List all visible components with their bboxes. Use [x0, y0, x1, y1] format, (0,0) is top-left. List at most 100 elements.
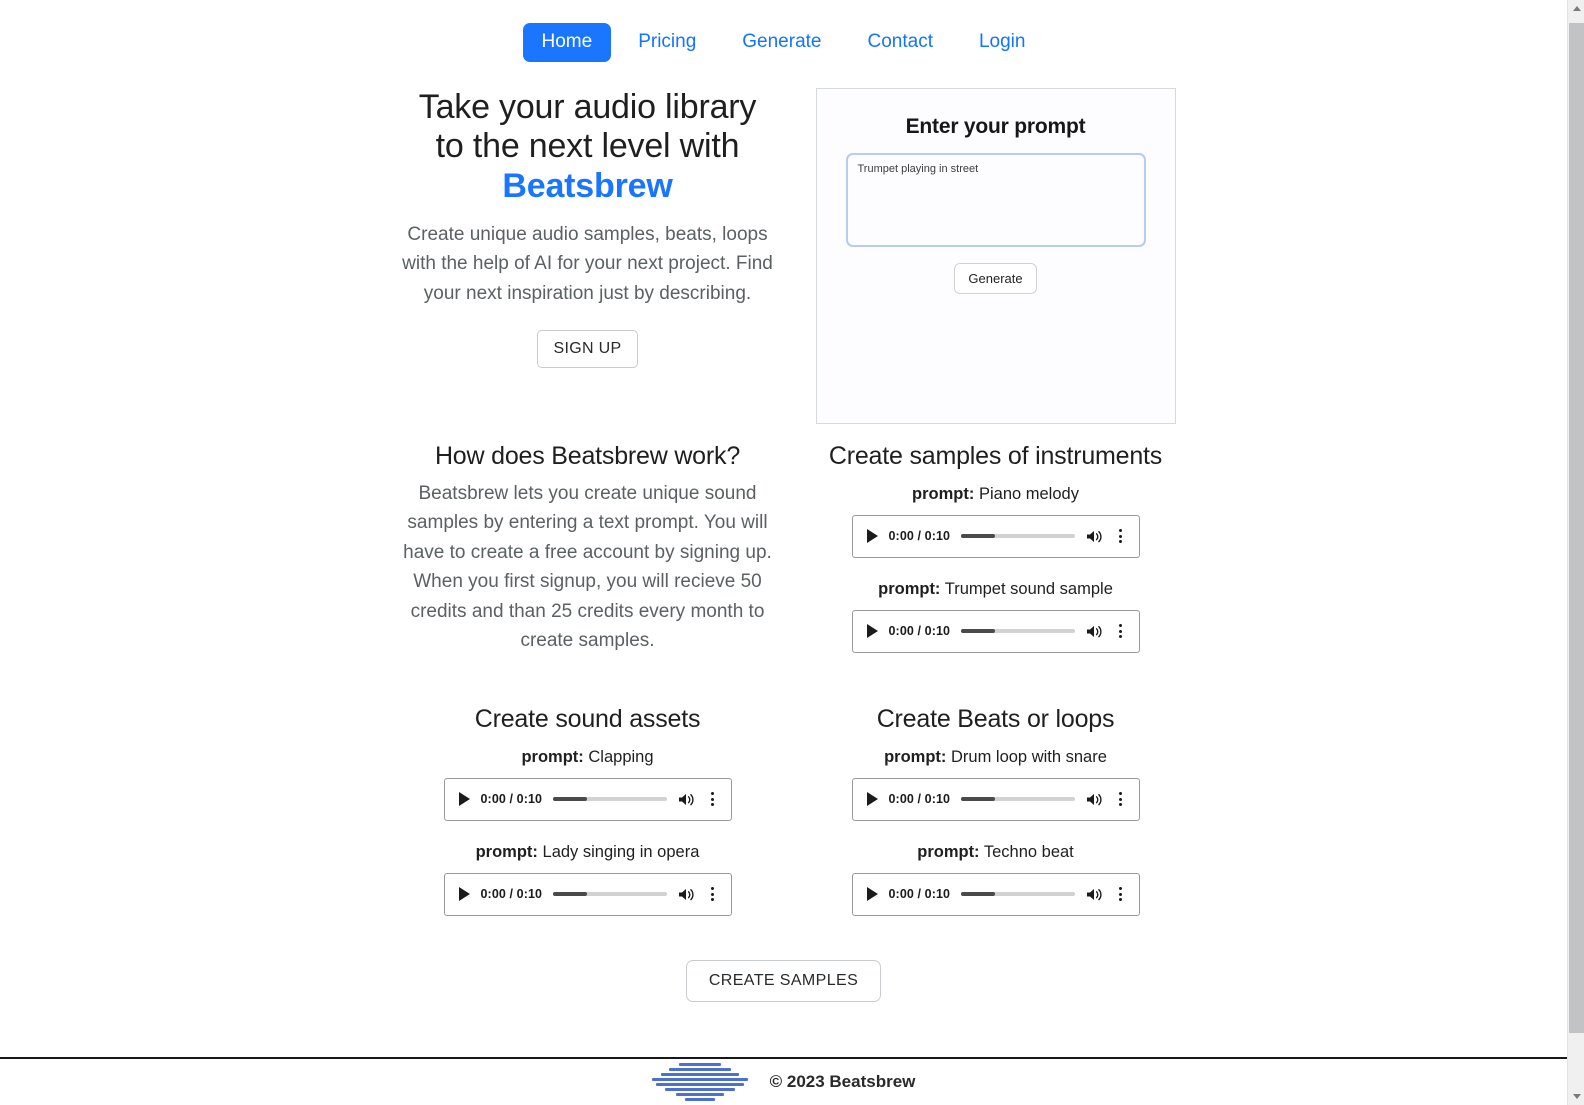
audio-overflow-menu-icon[interactable] — [1114, 792, 1128, 807]
sample-item: prompt: Drum loop with snare 0:00 / 0:10 — [816, 748, 1176, 821]
prompt-input[interactable] — [845, 152, 1146, 247]
prompt-label: prompt: — [912, 484, 975, 503]
hero-title-line1: Take your audio library — [418, 87, 757, 126]
page-footer: © 2023 Beatsbrew — [0, 1057, 1567, 1105]
audio-progress-fill — [553, 797, 588, 802]
prompt-preview-panel: Enter your prompt Generate — [815, 87, 1176, 424]
prompt-value: Clapping — [588, 747, 654, 766]
sample-prompt: prompt: Clapping — [392, 748, 784, 767]
sample-item: prompt: Piano melody 0:00 / 0:10 — [816, 485, 1176, 558]
play-icon[interactable] — [458, 887, 470, 902]
create-samples-button[interactable]: CREATE SAMPLES — [685, 959, 882, 1002]
prompt-label: prompt: — [917, 842, 980, 861]
page-content: Home Pricing Generate Contact Login Take… — [0, 0, 1567, 1105]
page-title: Take your audio library to the next leve… — [392, 88, 784, 206]
how-it-works-title: How does Beatsbrew work? — [434, 441, 741, 470]
play-icon[interactable] — [866, 624, 878, 639]
prompt-value: Piano melody — [978, 484, 1079, 503]
scroll-down-arrow-icon[interactable] — [1568, 1088, 1584, 1105]
audio-player[interactable]: 0:00 / 0:10 — [443, 872, 732, 916]
audio-time: 0:00 / 0:10 — [480, 887, 543, 902]
prompt-value: Trumpet sound sample — [944, 579, 1113, 598]
audio-overflow-menu-icon[interactable] — [1114, 887, 1128, 902]
beats-title: Create Beats or loops — [876, 704, 1115, 733]
hero-left-column: Take your audio library to the next leve… — [392, 88, 784, 368]
soundwave-logo-icon — [651, 1063, 748, 1101]
sound-assets-section: Create sound assets prompt: Clapping 0:0… — [392, 705, 784, 938]
browser-viewport: Home Pricing Generate Contact Login Take… — [0, 0, 1584, 1105]
volume-icon[interactable] — [1086, 887, 1103, 902]
audio-overflow-menu-icon[interactable] — [1114, 624, 1128, 639]
hero-description: Create unique audio samples, beats, loop… — [402, 224, 773, 304]
audio-overflow-menu-icon[interactable] — [1114, 529, 1128, 544]
sample-item: prompt: Clapping 0:00 / 0:10 — [392, 748, 784, 821]
prompt-panel-title: Enter your prompt — [905, 114, 1086, 138]
sample-prompt: prompt: Techno beat — [816, 843, 1176, 862]
sections-row-two: Create sound assets prompt: Clapping 0:0… — [0, 705, 1567, 938]
audio-progress-bar[interactable] — [961, 629, 1075, 634]
audio-overflow-menu-icon[interactable] — [706, 887, 720, 902]
play-icon[interactable] — [866, 887, 878, 902]
scroll-up-arrow-icon[interactable] — [1568, 0, 1584, 17]
hero-section: Take your audio library to the next leve… — [0, 87, 1567, 424]
audio-player[interactable]: 0:00 / 0:10 — [851, 609, 1140, 653]
nav-item-login[interactable]: Login — [960, 23, 1045, 62]
prompt-label: prompt: — [521, 747, 584, 766]
play-icon[interactable] — [866, 529, 878, 544]
nav-item-contact[interactable]: Contact — [849, 23, 952, 62]
play-icon[interactable] — [458, 792, 470, 807]
brand-name: Beatsbrew — [502, 167, 673, 206]
generate-button[interactable]: Generate — [954, 262, 1037, 294]
prompt-value: Techno beat — [983, 842, 1074, 861]
audio-player[interactable]: 0:00 / 0:10 — [851, 514, 1140, 558]
audio-progress-fill — [961, 534, 996, 539]
sample-prompt: prompt: Drum loop with snare — [816, 748, 1176, 767]
sample-item: prompt: Techno beat 0:00 / 0:10 — [816, 843, 1176, 916]
audio-progress-fill — [961, 892, 996, 897]
audio-player[interactable]: 0:00 / 0:10 — [851, 777, 1140, 821]
sample-prompt: prompt: Piano melody — [816, 485, 1176, 504]
audio-progress-bar[interactable] — [961, 797, 1075, 802]
audio-time: 0:00 / 0:10 — [888, 792, 951, 807]
sample-item: prompt: Lady singing in opera 0:00 / 0:1… — [392, 843, 784, 916]
audio-progress-bar[interactable] — [553, 797, 667, 802]
nav-item-generate[interactable]: Generate — [723, 23, 840, 62]
nav-item-pricing[interactable]: Pricing — [619, 23, 715, 62]
audio-player[interactable]: 0:00 / 0:10 — [851, 872, 1140, 916]
audio-overflow-menu-icon[interactable] — [706, 792, 720, 807]
play-icon[interactable] — [866, 792, 878, 807]
sample-prompt: prompt: Trumpet sound sample — [816, 580, 1176, 599]
audio-progress-bar[interactable] — [961, 534, 1075, 539]
volume-icon[interactable] — [1086, 792, 1103, 807]
instruments-section: Create samples of instruments prompt: Pi… — [816, 442, 1176, 675]
audio-progress-fill — [961, 797, 996, 802]
sample-item: prompt: Trumpet sound sample 0:00 / 0:10 — [816, 580, 1176, 653]
how-it-works-body: Beatsbrew lets you create unique sound s… — [403, 482, 772, 652]
nav-item-home[interactable]: Home — [522, 23, 612, 62]
volume-icon[interactable] — [1086, 529, 1103, 544]
footer-copyright: © 2023 Beatsbrew — [769, 1072, 916, 1091]
beats-section: Create Beats or loops prompt: Drum loop … — [816, 705, 1176, 938]
instruments-title: Create samples of instruments — [828, 441, 1163, 470]
sound-assets-title: Create sound assets — [474, 704, 701, 733]
volume-icon[interactable] — [678, 792, 695, 807]
audio-time: 0:00 / 0:10 — [888, 887, 951, 902]
audio-progress-bar[interactable] — [961, 892, 1075, 897]
prompt-value: Drum loop with snare — [951, 747, 1107, 766]
sections-row-one: How does Beatsbrew work? Beatsbrew lets … — [0, 442, 1567, 675]
main-navigation: Home Pricing Generate Contact Login — [0, 0, 1567, 62]
audio-player[interactable]: 0:00 / 0:10 — [443, 777, 732, 821]
prompt-label: prompt: — [475, 842, 538, 861]
scrollbar-thumb[interactable] — [1569, 23, 1584, 1033]
prompt-value: Lady singing in opera — [542, 842, 700, 861]
audio-time: 0:00 / 0:10 — [888, 624, 951, 639]
audio-time: 0:00 / 0:10 — [888, 529, 951, 544]
volume-icon[interactable] — [1086, 624, 1103, 639]
sign-up-button[interactable]: SIGN UP — [536, 329, 639, 368]
vertical-scrollbar[interactable] — [1567, 0, 1584, 1105]
audio-progress-fill — [961, 629, 996, 634]
create-samples-cta: CREATE SAMPLES — [0, 959, 1567, 1002]
volume-icon[interactable] — [678, 887, 695, 902]
audio-progress-bar[interactable] — [553, 892, 667, 897]
prompt-label: prompt: — [884, 747, 947, 766]
